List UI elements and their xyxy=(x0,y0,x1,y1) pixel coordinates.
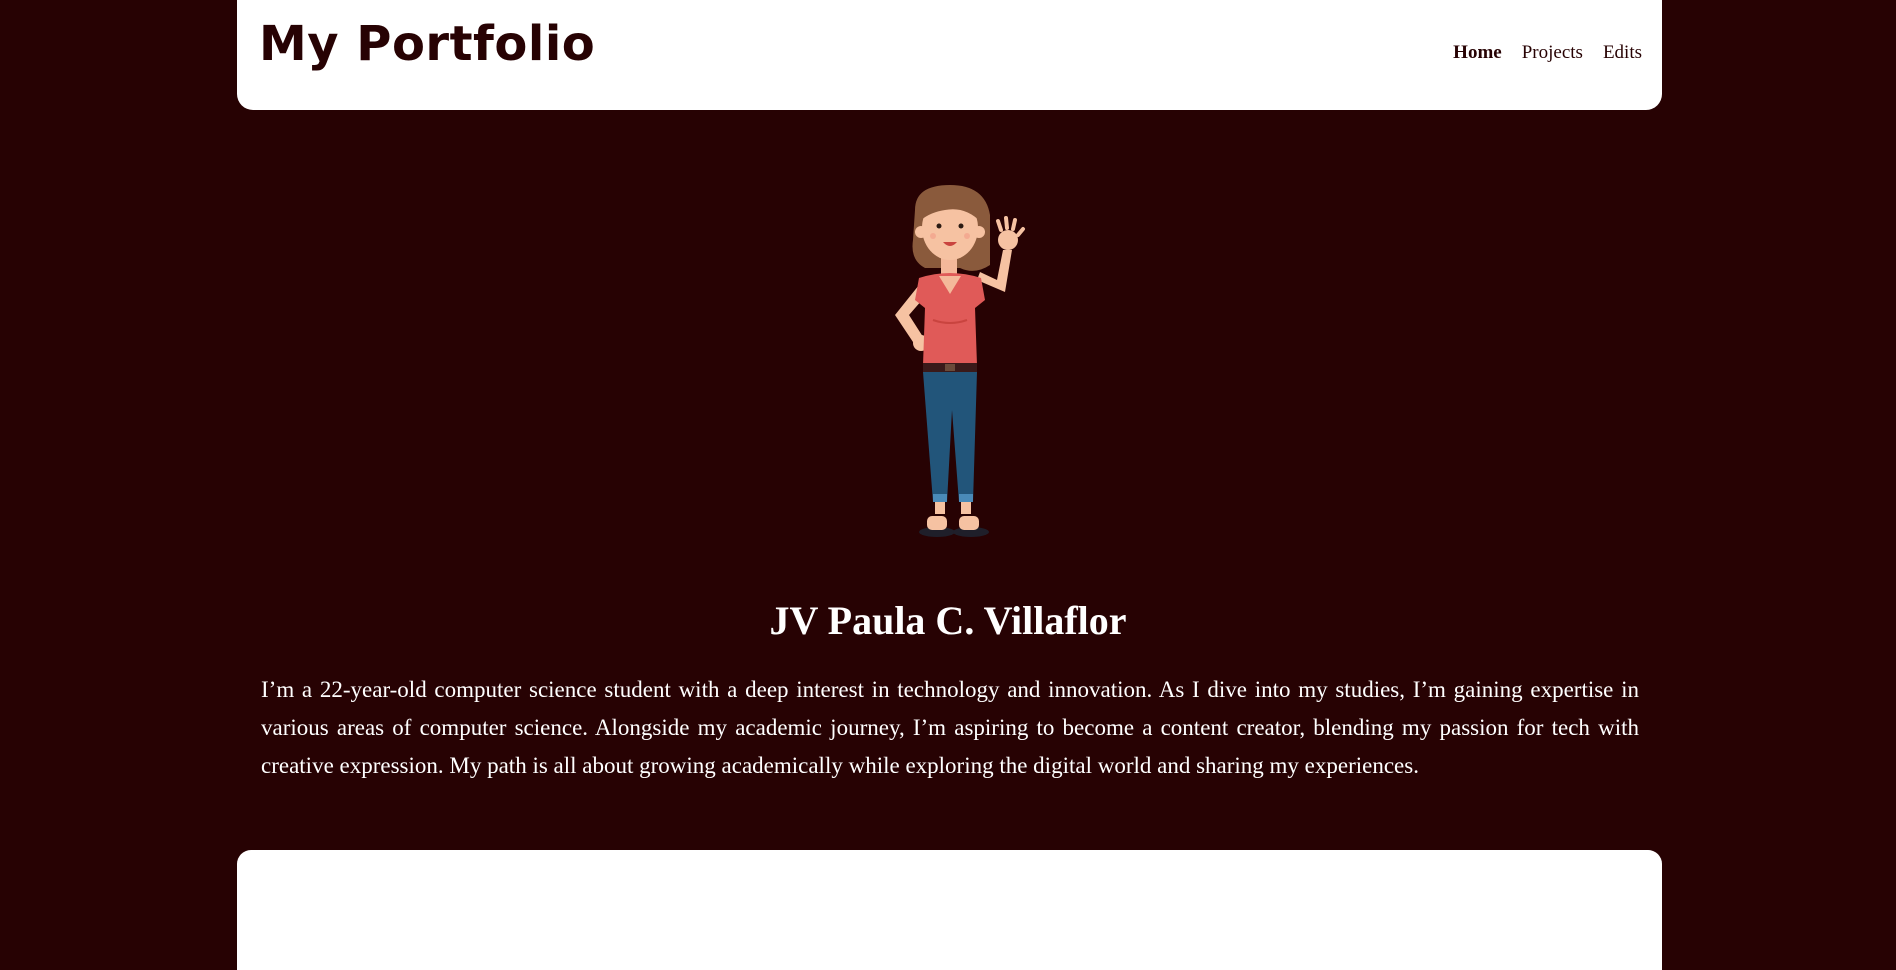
nav-edits-link[interactable]: Edits xyxy=(1603,42,1642,65)
content-card xyxy=(237,850,1662,970)
nav-home-link[interactable]: Home xyxy=(1453,42,1502,65)
profile-name: JV Paula C. Villaflor xyxy=(769,598,1127,643)
site-header: My Portfolio Home Projects Edits xyxy=(237,0,1662,110)
avatar-illustration xyxy=(855,180,1045,540)
site-logo[interactable]: My Portfolio xyxy=(259,20,595,68)
profile-bio: I’m a 22-year-old computer science stude… xyxy=(261,677,1639,778)
main-nav: Home Projects Edits xyxy=(1453,42,1642,65)
nav-projects-link[interactable]: Projects xyxy=(1522,42,1583,65)
